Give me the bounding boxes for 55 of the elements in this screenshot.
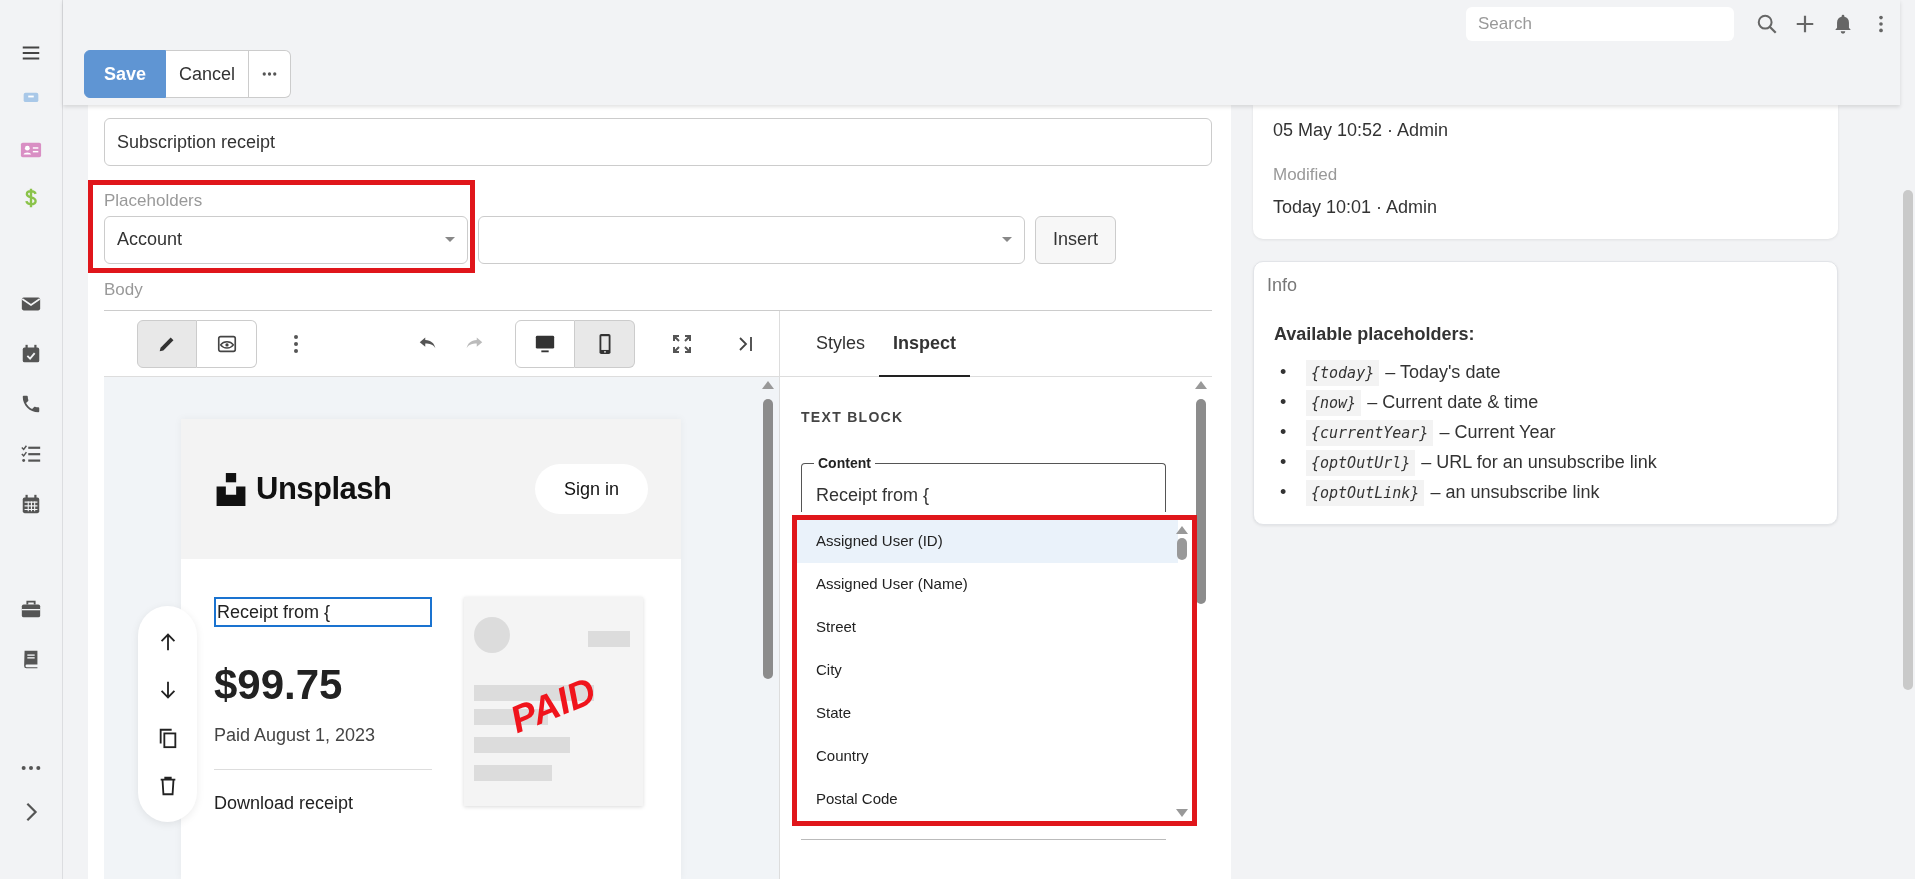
canvas-scrollbar[interactable]	[763, 399, 773, 679]
scroll-up-icon[interactable]	[762, 381, 774, 389]
section-heading: TEXT BLOCK	[801, 408, 905, 427]
desktop-view-button[interactable]	[515, 319, 575, 368]
search-field[interactable]: Search	[1466, 7, 1734, 41]
subject-field[interactable]: Subscription receipt	[104, 118, 1212, 166]
placeholder-item: • {today} – Today's date	[1280, 357, 1817, 388]
placeholder-item: • {optOutLink} – an unsubscribe link	[1280, 477, 1817, 508]
mobile-view-button[interactable]	[575, 319, 635, 368]
field-label: Modified	[1273, 164, 1339, 186]
calendar-check-icon[interactable]	[20, 343, 42, 365]
field-label: Placeholders	[104, 190, 204, 212]
selected-text-block[interactable]: Receipt from {	[214, 597, 432, 627]
scroll-up-icon[interactable]	[1195, 381, 1207, 389]
caret-icon	[1002, 237, 1012, 242]
paid-date-text: Paid August 1, 2023	[214, 724, 377, 747]
sign-in-button[interactable]: Sign in	[535, 464, 648, 514]
page-scrollbar[interactable]	[1903, 190, 1913, 690]
field-select[interactable]	[478, 215, 1025, 264]
stamp-text: PAID	[503, 668, 603, 743]
card-title: Info	[1267, 273, 1299, 297]
placeholder-item: • {now} – Current date & time	[1280, 387, 1817, 418]
content-field[interactable]: Content Receipt from {	[801, 456, 1166, 512]
download-link[interactable]: Download receipt	[214, 790, 432, 817]
search-icon[interactable]	[1756, 13, 1778, 35]
logo-icon	[214, 472, 248, 506]
fullscreen-icon[interactable]	[672, 333, 692, 354]
scroll-down-icon[interactable]	[1176, 809, 1188, 817]
panel-tab[interactable]: Styles	[802, 311, 880, 377]
info-heading: Available placeholders:	[1274, 322, 1476, 346]
calendar-icon[interactable]	[20, 493, 42, 515]
brand-name: Unsplash	[256, 469, 392, 508]
checklist-icon[interactable]	[20, 443, 42, 465]
modified-text: Today 10:01 · Admin	[1273, 195, 1439, 219]
panel-tab[interactable]: Inspect	[879, 311, 971, 377]
scroll-up-icon[interactable]	[1176, 526, 1188, 534]
insert-button[interactable]: Insert	[1035, 215, 1116, 264]
briefcase-icon[interactable]	[20, 598, 42, 620]
created-text: 05 May 10:52 · Admin	[1273, 119, 1450, 142]
entity-select[interactable]: Account	[104, 215, 468, 264]
phone-icon[interactable]	[20, 393, 42, 415]
collapse-panel-icon[interactable]	[738, 335, 754, 352]
caret-icon	[445, 237, 455, 242]
more-icon[interactable]	[293, 333, 299, 354]
more-icon	[262, 71, 278, 77]
plus-icon[interactable]	[1794, 13, 1816, 35]
cancel-button[interactable]: Cancel	[166, 50, 250, 98]
placeholder-item: • {currentYear} – Current Year	[1280, 417, 1817, 448]
preview-mode-button[interactable]	[197, 319, 257, 368]
list-scrollbar[interactable]	[1177, 538, 1187, 560]
placeholder-item: • {optOutUrl} – URL for an unsubscribe link	[1280, 447, 1817, 478]
panel-scrollbar[interactable]	[1196, 399, 1206, 604]
amount-text: $99.75	[214, 660, 344, 710]
option-item[interactable]: Assigned User (ID)	[797, 520, 1178, 563]
field-label: Body	[104, 278, 144, 301]
